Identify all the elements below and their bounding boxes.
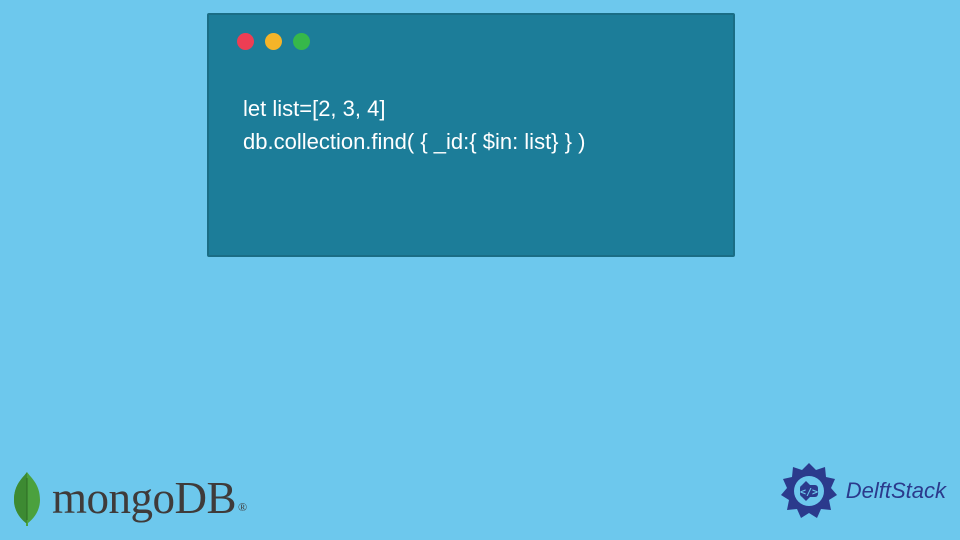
delftstack-badge-icon: < > </>	[778, 460, 840, 522]
mongodb-leaf-icon	[6, 470, 48, 526]
minimize-icon	[265, 33, 282, 50]
code-window: let list=[2, 3, 4] db.collection.find( {…	[207, 13, 735, 257]
svg-text:</>: </>	[800, 487, 818, 498]
mongodb-text: mongoDB®	[52, 472, 247, 524]
delftstack-text: DelftStack	[846, 478, 946, 504]
registered-mark: ®	[238, 500, 247, 514]
code-line-2: db.collection.find( { _id:{ $in: list} }…	[243, 125, 733, 158]
delftstack-logo: < > </> DelftStack	[778, 460, 946, 522]
maximize-icon	[293, 33, 310, 50]
code-line-1: let list=[2, 3, 4]	[243, 92, 733, 125]
code-content: let list=[2, 3, 4] db.collection.find( {…	[209, 50, 733, 158]
mongodb-wordmark: mongoDB	[52, 473, 236, 523]
mongodb-logo: mongoDB®	[6, 470, 247, 526]
close-icon	[237, 33, 254, 50]
window-traffic-lights	[209, 15, 733, 50]
